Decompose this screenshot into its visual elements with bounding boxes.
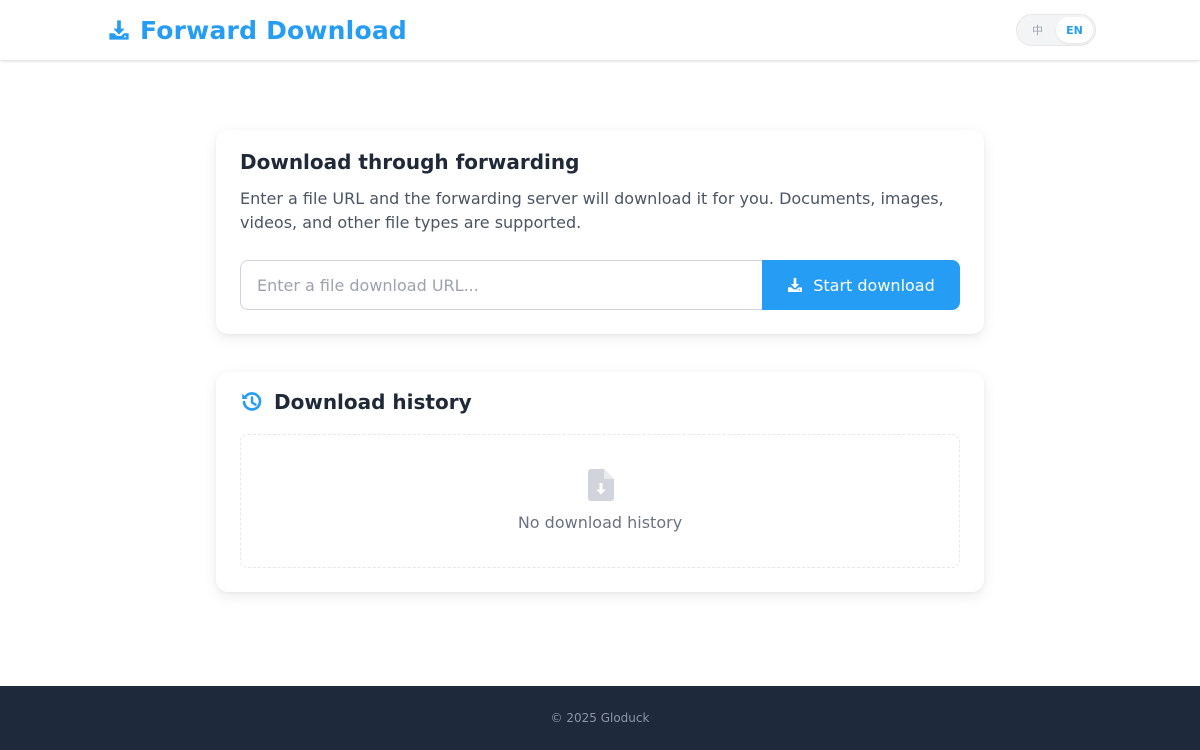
- lang-option-en[interactable]: EN: [1056, 17, 1093, 43]
- brand[interactable]: Forward Download: [108, 14, 407, 46]
- history-icon: [240, 390, 264, 414]
- file-download-icon: [588, 469, 614, 501]
- download-card-title: Download through forwarding: [240, 150, 580, 174]
- download-tray-icon: [108, 18, 130, 42]
- app-header: Forward Download 中 EN: [0, 0, 1200, 60]
- download-card: Download through forwarding Enter a file…: [216, 130, 984, 334]
- history-card: Download history No download history: [216, 372, 984, 592]
- url-input[interactable]: [240, 260, 763, 310]
- app-footer: © 2025 Gloduck: [0, 686, 1200, 750]
- start-download-label: Start download: [813, 275, 935, 295]
- app-title: Forward Download: [140, 15, 407, 45]
- language-toggle: 中 EN: [1016, 14, 1096, 46]
- history-header: Download history: [240, 390, 472, 414]
- history-empty-state: No download history: [240, 434, 960, 568]
- lang-option-zh[interactable]: 中: [1019, 17, 1056, 43]
- empty-history-text: No download history: [517, 513, 683, 532]
- download-card-description: Enter a file URL and the forwarding serv…: [240, 189, 944, 232]
- history-title: Download history: [274, 390, 472, 414]
- copyright-text: © 2025 Gloduck: [550, 711, 650, 725]
- start-download-button[interactable]: Start download: [762, 260, 960, 310]
- download-tray-icon: [787, 277, 803, 293]
